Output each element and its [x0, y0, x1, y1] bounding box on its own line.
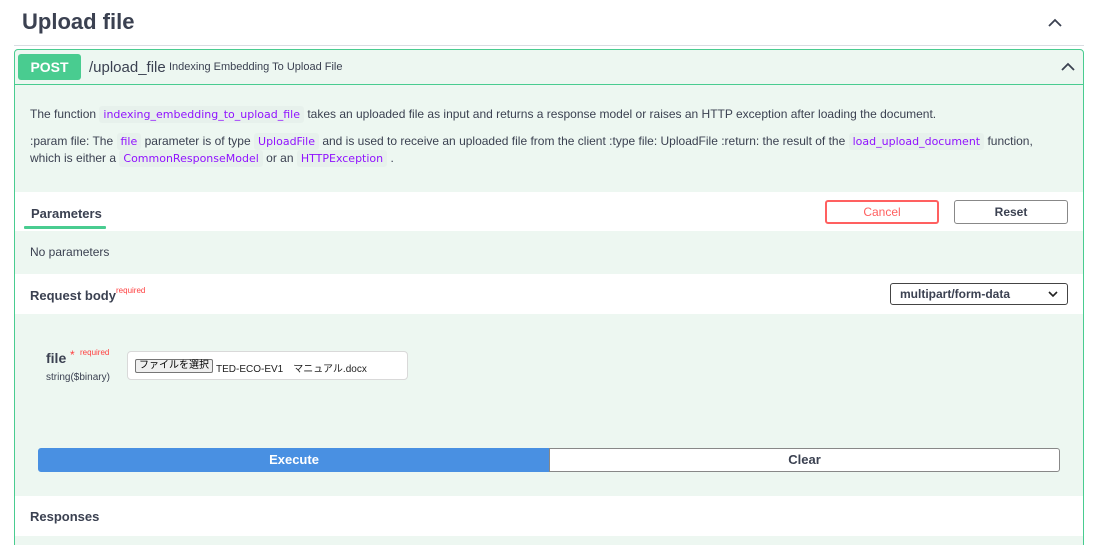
file-field-label: file	[46, 350, 67, 366]
cancel-button[interactable]: Cancel	[825, 200, 939, 224]
code-response-model: CommonResponseModel	[119, 150, 263, 167]
required-star: *	[70, 348, 75, 362]
method-badge: POST	[18, 54, 81, 80]
request-body-header: Request body required multipart/form-dat…	[15, 274, 1083, 314]
no-parameters-text: No parameters	[30, 245, 110, 259]
operation-path: /upload_file	[89, 59, 166, 76]
content-type-value: multipart/form-data	[900, 287, 1011, 301]
file-required-label: required	[80, 348, 110, 357]
code-param-type: UploadFile	[254, 133, 319, 150]
description-text: :param file: The	[30, 134, 114, 148]
operation-summary-text: Indexing Embedding To Upload File	[169, 61, 343, 73]
description-text: .	[390, 151, 394, 165]
tab-parameters[interactable]: Parameters	[31, 206, 102, 221]
description-text: or an	[266, 151, 294, 165]
clear-button[interactable]: Clear	[549, 448, 1060, 472]
description-line-2: :param file: The file parameter is of ty…	[30, 133, 1033, 150]
request-body-label: Request body	[30, 288, 116, 303]
required-label: required	[116, 286, 146, 295]
file-field-type: string($binary)	[46, 372, 110, 383]
description-text: The function	[30, 107, 97, 121]
code-param-name: file	[116, 133, 142, 150]
code-function-name: indexing_embedding_to_upload_file	[99, 106, 304, 123]
section-divider	[14, 45, 1084, 46]
parameters-header: Parameters Cancel Reset	[15, 192, 1083, 231]
chevron-down-icon	[1048, 291, 1058, 298]
reset-button[interactable]: Reset	[954, 200, 1068, 224]
responses-header: Responses	[15, 496, 1083, 536]
content-type-select[interactable]: multipart/form-data	[890, 283, 1068, 305]
description-text: which is either a	[30, 151, 117, 165]
operation-block: POST /upload_file Indexing Embedding To …	[14, 49, 1084, 545]
description-text: function,	[987, 134, 1033, 148]
description-text: takes an uploaded file as input and retu…	[307, 107, 937, 121]
execute-actions: Execute Clear	[38, 448, 1061, 472]
code-return-function: load_upload_document	[848, 133, 985, 150]
chevron-up-icon[interactable]	[1045, 13, 1065, 33]
selected-file-name: TED-ECO-EV1 マニュアル.docx	[216, 364, 367, 375]
responses-label: Responses	[30, 509, 100, 524]
tab-active-indicator	[24, 226, 106, 229]
description-text: and is used to receive an uploaded file …	[322, 134, 846, 148]
operation-summary[interactable]: POST /upload_file Indexing Embedding To …	[15, 50, 1083, 85]
execute-button[interactable]: Execute	[38, 448, 550, 472]
code-exception: HTTPException	[296, 150, 388, 167]
chevron-up-icon[interactable]	[1058, 58, 1078, 76]
description-line-3: which is either a CommonResponseModel or…	[30, 150, 394, 167]
description-text: parameter is of type	[144, 134, 251, 148]
description-line-1: The function indexing_embedding_to_uploa…	[30, 106, 937, 123]
section-header[interactable]: Upload file	[0, 0, 1100, 46]
section-title: Upload file	[22, 9, 135, 34]
file-input[interactable]: ファイルを選択 TED-ECO-EV1 マニュアル.docx	[127, 351, 408, 380]
choose-file-button[interactable]: ファイルを選択	[135, 359, 213, 373]
